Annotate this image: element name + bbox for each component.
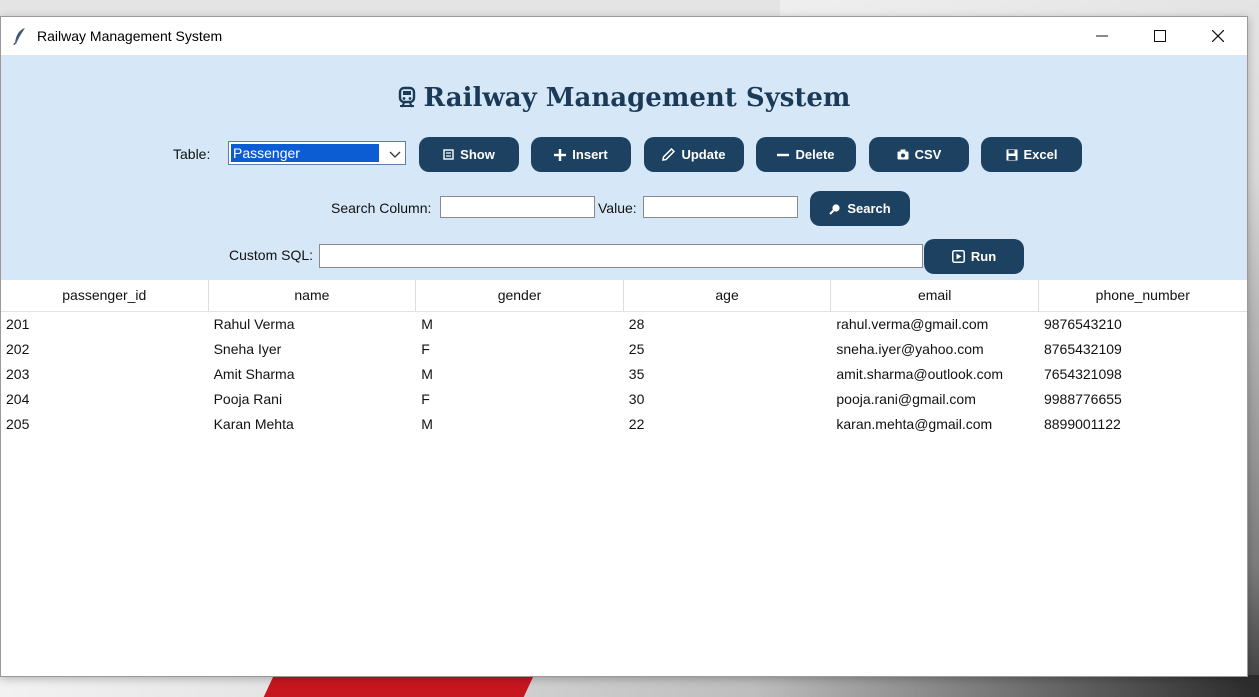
cell-age: 28 [628, 316, 645, 332]
pencil-icon [662, 148, 676, 161]
csv-button[interactable]: CSV [869, 137, 969, 172]
column-header-email[interactable]: email [831, 280, 1039, 311]
insert-button-label: Insert [572, 147, 608, 162]
play-icon [951, 250, 965, 263]
cell-email: rahul.verma@gmail.com [836, 316, 989, 332]
excel-button[interactable]: Excel [981, 137, 1082, 172]
run-button-label: Run [970, 249, 997, 264]
heading-text: Railway Management System [423, 83, 851, 113]
cell-name: Pooja Rani [213, 391, 283, 407]
window-title: Railway Management System [37, 28, 223, 44]
delete-button[interactable]: Delete [756, 137, 856, 172]
cell-gender: M [421, 416, 433, 432]
cell-passenger-id: 201 [6, 316, 30, 332]
page-title: Railway Management System [1, 83, 1247, 115]
cell-age: 30 [628, 391, 645, 407]
search-column-input[interactable] [440, 196, 595, 218]
show-button-label: Show [460, 147, 495, 162]
custom-sql-label: Custom SQL: [229, 247, 314, 263]
cell-passenger-id: 203 [6, 366, 30, 382]
value-input[interactable] [643, 196, 798, 218]
cell-gender: F [421, 391, 430, 407]
train-icon [398, 85, 416, 115]
cell-passenger-id: 204 [6, 391, 30, 407]
cell-email: sneha.iyer@yahoo.com [836, 341, 984, 357]
camera-icon [897, 149, 909, 160]
show-button[interactable]: Show [419, 137, 519, 172]
cell-age: 22 [628, 416, 645, 432]
save-icon [1006, 149, 1018, 161]
minimize-button[interactable] [1073, 17, 1131, 55]
minimize-icon [1096, 35, 1108, 37]
insert-button[interactable]: Insert [531, 137, 631, 172]
show-icon [443, 149, 454, 160]
window-controls [1073, 17, 1247, 55]
cell-name: Rahul Verma [213, 316, 295, 332]
cell-phone-number: 9988776655 [1043, 391, 1122, 407]
close-icon [1212, 30, 1224, 42]
table-row[interactable]: 203 Amit Sharma M 35 amit.sharma@outlook… [1, 362, 1247, 387]
update-button-label: Update [681, 147, 726, 162]
table-select-value: Passenger [231, 144, 379, 162]
custom-sql-input[interactable] [319, 244, 923, 268]
cell-gender: M [421, 316, 433, 332]
update-button[interactable]: Update [644, 137, 744, 172]
search-button-label: Search [847, 201, 891, 216]
cell-email: karan.mehta@gmail.com [836, 416, 993, 432]
feather-icon [13, 26, 29, 46]
table-label: Table: [173, 146, 211, 162]
column-header-name[interactable]: name [209, 280, 417, 311]
cell-passenger-id: 202 [6, 341, 30, 357]
column-header-age[interactable]: age [624, 280, 832, 311]
cell-phone-number: 8899001122 [1043, 416, 1121, 432]
table-row[interactable]: 204 Pooja Rani F 30 pooja.rani@gmail.com… [1, 387, 1247, 412]
cell-email: pooja.rani@gmail.com [836, 391, 976, 407]
column-header-gender[interactable]: gender [416, 280, 624, 311]
search-button[interactable]: Search [810, 191, 910, 226]
plus-icon [554, 148, 567, 161]
csv-button-label: CSV [914, 147, 942, 162]
chevron-down-icon[interactable] [389, 147, 401, 165]
run-button[interactable]: Run [924, 239, 1024, 274]
cell-age: 35 [628, 366, 645, 382]
search-icon [829, 203, 841, 215]
cell-name: Karan Mehta [213, 416, 294, 432]
app-window: Railway Management System Railway Manage… [0, 16, 1248, 677]
cell-email: amit.sharma@outlook.com [836, 366, 1004, 382]
delete-button-label: Delete [795, 147, 835, 162]
cell-phone-number: 7654321098 [1043, 366, 1122, 382]
table-header: passenger_id name gender age email phone… [1, 280, 1247, 312]
value-label: Value: [598, 200, 637, 216]
column-header-passenger-id[interactable]: passenger_id [1, 280, 209, 311]
table-row[interactable]: 201 Rahul Verma M 28 rahul.verma@gmail.c… [1, 312, 1247, 337]
cell-passenger-id: 205 [6, 416, 30, 432]
close-button[interactable] [1189, 17, 1247, 55]
maximize-icon [1154, 30, 1166, 42]
cell-gender: F [421, 341, 430, 357]
excel-button-label: Excel [1023, 147, 1058, 162]
table-row[interactable]: 205 Karan Mehta M 22 karan.mehta@gmail.c… [1, 412, 1247, 437]
search-column-label: Search Column: [331, 200, 432, 216]
title-bar[interactable]: Railway Management System [1, 17, 1247, 55]
cell-name: Sneha Iyer [213, 341, 282, 357]
table-select[interactable]: Passenger [228, 141, 406, 165]
column-header-phone-number[interactable]: phone_number [1039, 280, 1247, 311]
desktop-background-strip [0, 675, 1259, 697]
control-panel: Railway Management System Table: Passeng… [1, 55, 1247, 281]
data-table: passenger_id name gender age email phone… [1, 280, 1247, 676]
cell-phone-number: 8765432109 [1043, 341, 1122, 357]
cell-name: Amit Sharma [213, 366, 295, 382]
table-row[interactable]: 202 Sneha Iyer F 25 sneha.iyer@yahoo.com… [1, 337, 1247, 362]
maximize-button[interactable] [1131, 17, 1189, 55]
cell-phone-number: 9876543210 [1043, 316, 1122, 332]
cell-age: 25 [628, 341, 645, 357]
minus-icon [777, 149, 790, 161]
cell-gender: M [421, 366, 433, 382]
